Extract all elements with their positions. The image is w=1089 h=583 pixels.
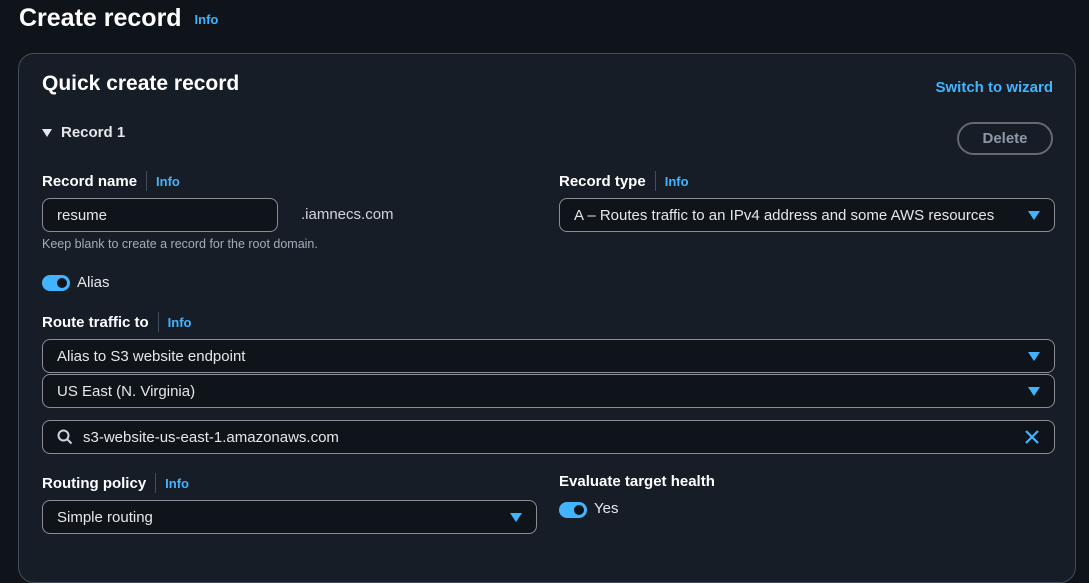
- caret-down-icon: [1028, 386, 1040, 396]
- evaluate-health-toggle[interactable]: [559, 502, 587, 518]
- evaluate-health-label: Evaluate target health: [559, 473, 715, 490]
- alias-toggle[interactable]: [42, 275, 70, 291]
- record-type-label-text: Record type: [559, 172, 646, 190]
- endpoint-search-input[interactable]: s3-website-us-east-1.amazonaws.com: [42, 420, 1055, 454]
- route-traffic-label: Route traffic to Info: [42, 312, 192, 332]
- routing-policy-select[interactable]: Simple routing: [42, 500, 537, 534]
- domain-suffix: .iamnecs.com: [301, 206, 394, 223]
- record-name-label: Record name Info: [42, 171, 180, 191]
- route-traffic-info-link[interactable]: Info: [168, 315, 192, 330]
- routing-policy-label: Routing policy Info: [42, 473, 189, 493]
- endpoint-search-value: s3-website-us-east-1.amazonaws.com: [83, 428, 339, 446]
- caret-down-icon: [42, 128, 52, 137]
- routing-policy-info-link[interactable]: Info: [165, 476, 189, 491]
- record-type-value: A – Routes traffic to an IPv4 address an…: [574, 206, 995, 224]
- label-divider: [157, 312, 159, 332]
- caret-down-icon: [1028, 210, 1040, 220]
- record-type-info-link[interactable]: Info: [665, 174, 689, 189]
- route-traffic-label-text: Route traffic to: [42, 313, 149, 331]
- record-name-input[interactable]: resume: [42, 198, 278, 232]
- evaluate-health-label-text: Evaluate target health: [559, 473, 715, 490]
- label-divider: [654, 171, 656, 191]
- record-name-hint: Keep blank to create a record for the ro…: [42, 237, 318, 251]
- record-type-label: Record type Info: [559, 171, 689, 191]
- switch-to-wizard-button[interactable]: Switch to wizard: [935, 79, 1053, 96]
- region-value: US East (N. Virginia): [57, 382, 196, 400]
- record-name-value: resume: [57, 206, 108, 224]
- record-type-select[interactable]: A – Routes traffic to an IPv4 address an…: [559, 198, 1055, 232]
- label-divider: [146, 171, 148, 191]
- page-title: Create record Info: [19, 4, 218, 33]
- caret-down-icon: [1028, 351, 1040, 361]
- close-icon[interactable]: [1024, 429, 1040, 445]
- evaluate-health-toggle-label: Yes: [594, 500, 619, 517]
- endpoint-type-value: Alias to S3 website endpoint: [57, 347, 246, 365]
- routing-policy-label-text: Routing policy: [42, 474, 147, 492]
- region-select[interactable]: US East (N. Virginia): [42, 374, 1055, 408]
- delete-button[interactable]: Delete: [957, 122, 1053, 155]
- page-info-link[interactable]: Info: [195, 12, 219, 27]
- search-icon: [57, 429, 73, 445]
- quick-create-panel: Quick create record Switch to wizard Rec…: [18, 53, 1076, 583]
- alias-label: Alias: [77, 274, 110, 291]
- record-name-label-text: Record name: [42, 172, 138, 190]
- record-name-info-link[interactable]: Info: [156, 174, 180, 189]
- record-section-toggle[interactable]: Record 1: [42, 124, 125, 141]
- endpoint-type-select[interactable]: Alias to S3 website endpoint: [42, 339, 1055, 373]
- panel-title: Quick create record: [42, 72, 240, 95]
- routing-policy-value: Simple routing: [57, 508, 153, 526]
- page-title-text: Create record: [19, 4, 182, 32]
- label-divider: [155, 473, 157, 493]
- record-section-heading: Record 1: [61, 124, 126, 141]
- caret-down-icon: [510, 512, 522, 522]
